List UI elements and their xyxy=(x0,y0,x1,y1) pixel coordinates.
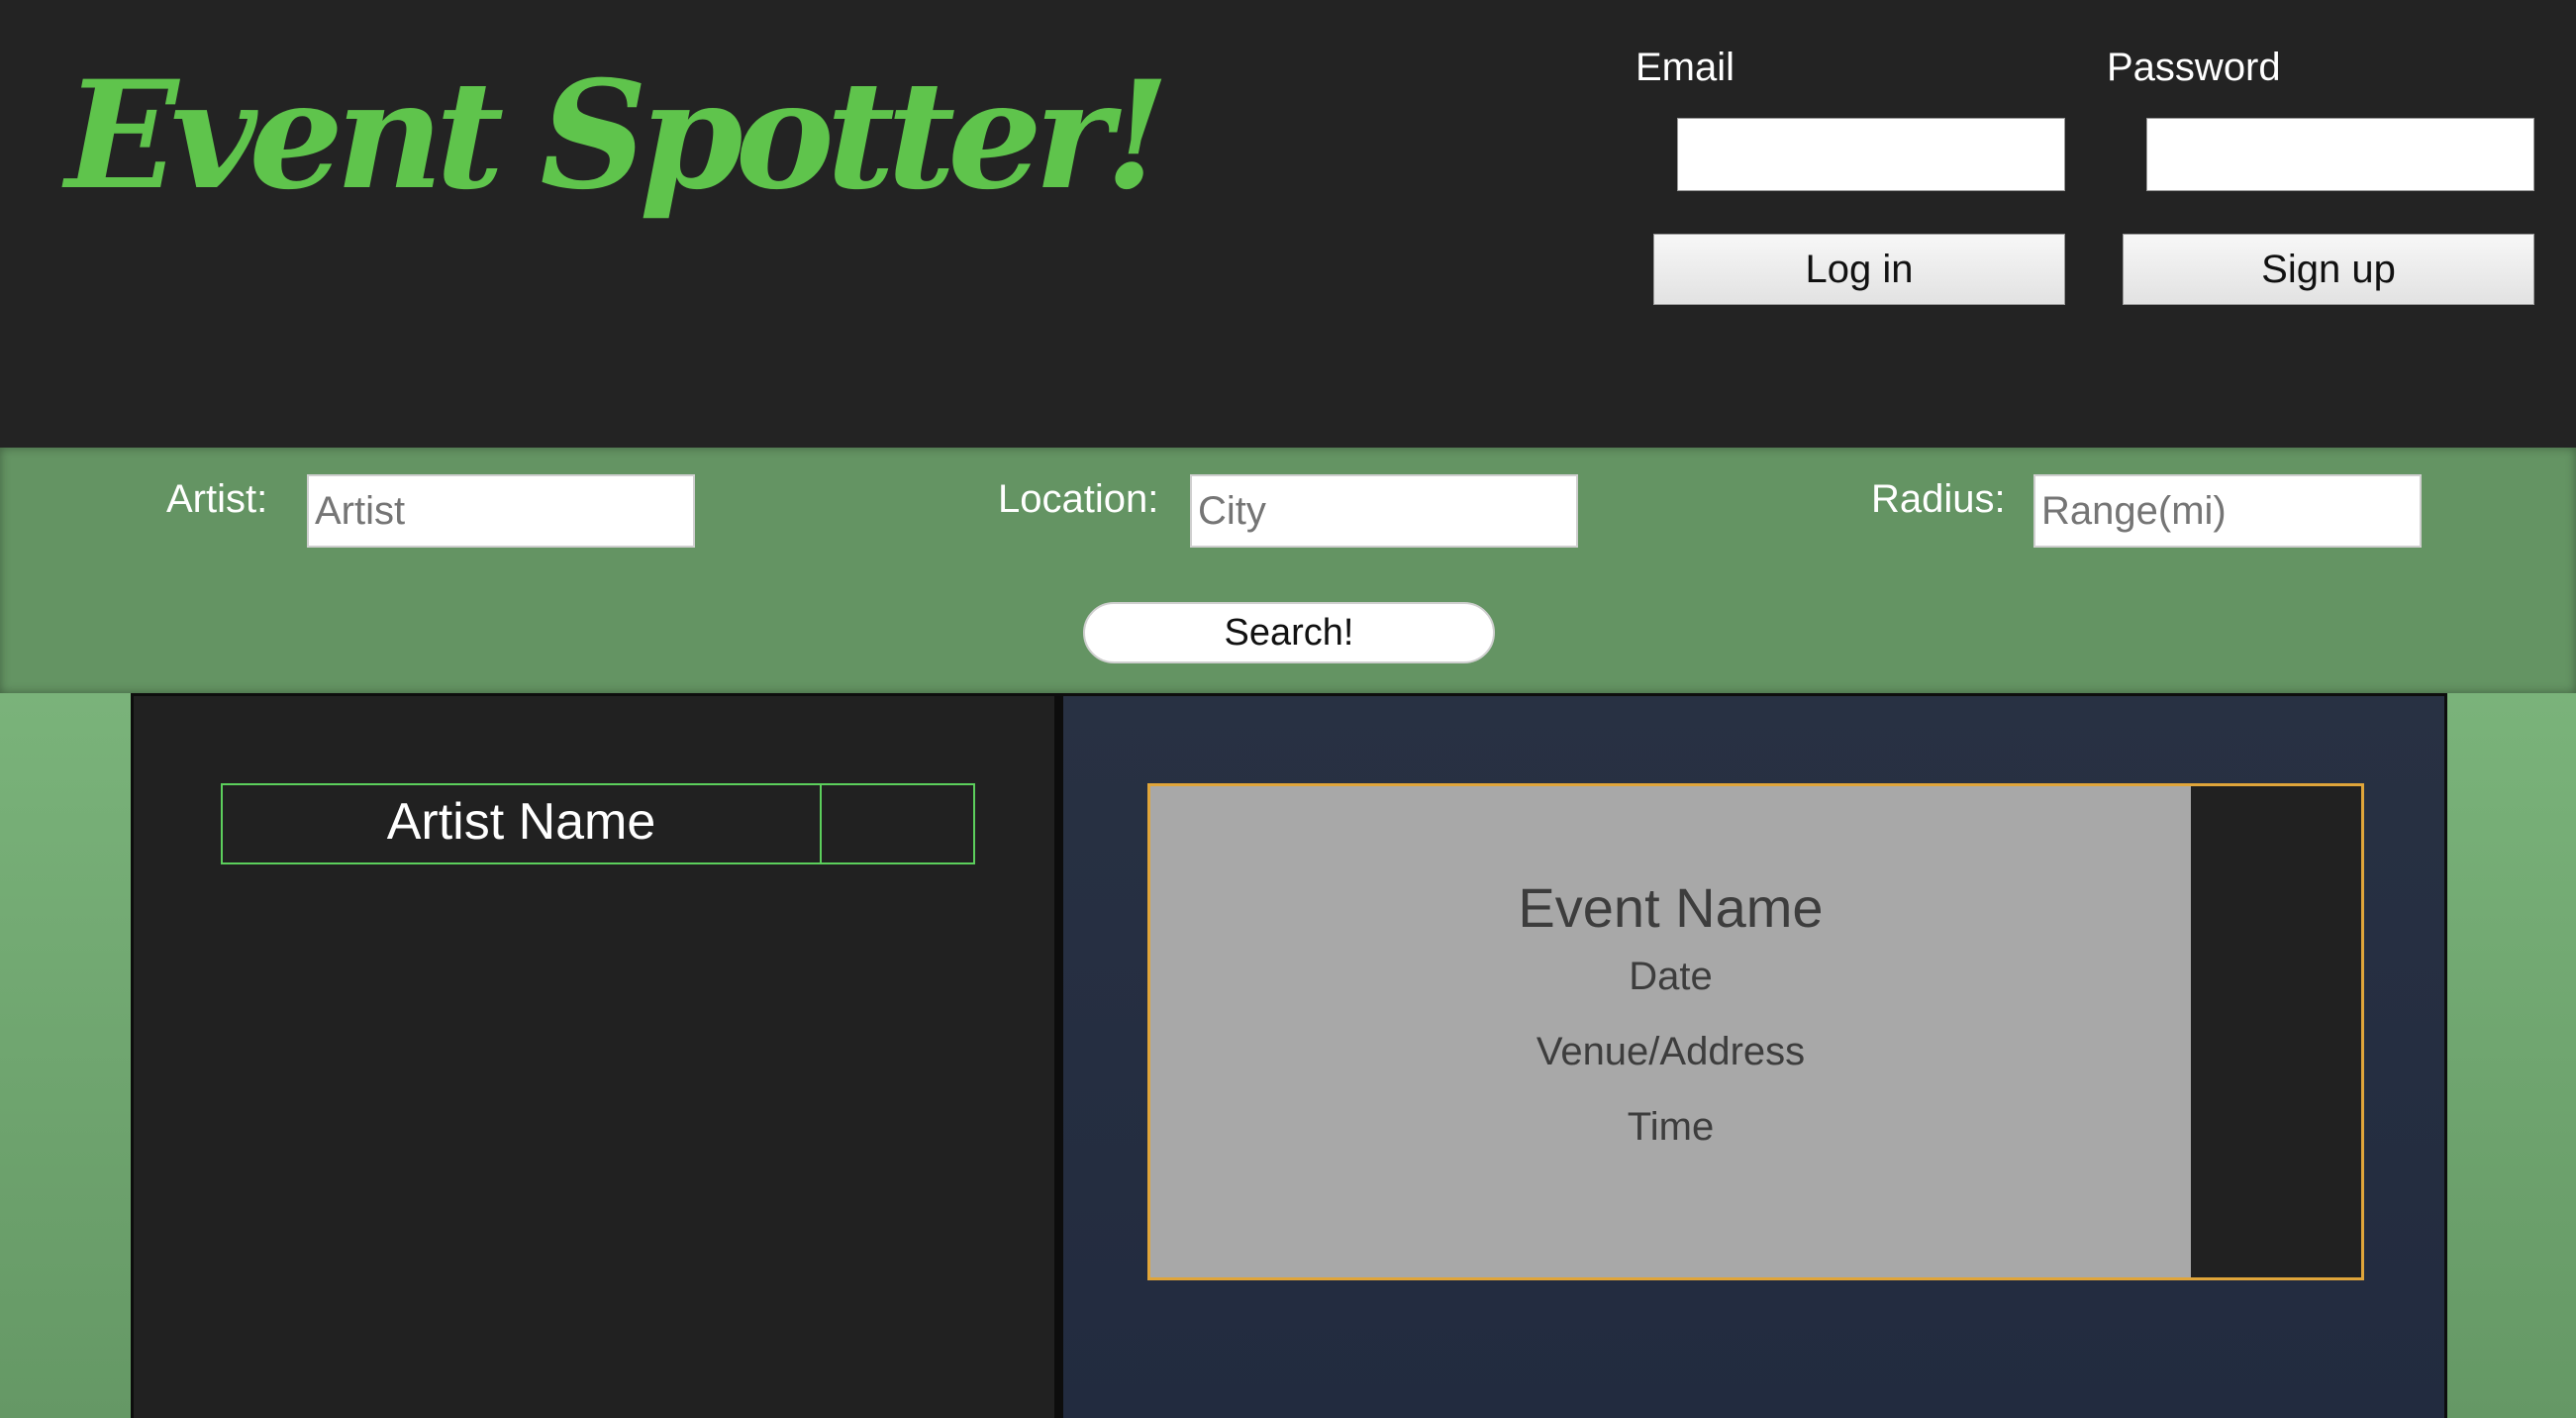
event-name: Event Name xyxy=(1518,876,1824,939)
artist-name: Artist Name xyxy=(223,785,822,862)
event-results-panel: Event Name Date Venue/Address Time xyxy=(1057,693,2447,1418)
left-gutter xyxy=(0,693,131,1418)
search-button[interactable]: Search! xyxy=(1083,602,1495,663)
email-input[interactable] xyxy=(1677,118,2065,191)
artist-results-panel: Artist Name xyxy=(131,693,1057,1418)
artist-result-card[interactable]: Artist Name xyxy=(221,783,975,864)
event-date: Date xyxy=(1629,955,1713,998)
artist-image-slot xyxy=(822,785,973,862)
email-label: Email xyxy=(1635,46,1735,89)
password-input[interactable] xyxy=(2146,118,2534,191)
login-button[interactable]: Log in xyxy=(1653,234,2065,305)
password-label: Password xyxy=(2107,46,2281,89)
search-bar: Artist: Location: Radius: Search! xyxy=(0,448,2576,693)
right-gutter xyxy=(2447,693,2576,1418)
artist-search-label: Artist: xyxy=(166,477,268,521)
event-time: Time xyxy=(1627,1105,1715,1149)
site-logo[interactable]: Event Spotter! xyxy=(65,61,1170,210)
event-info: Event Name Date Venue/Address Time xyxy=(1150,786,2191,1277)
location-search-label: Location: xyxy=(998,477,1159,521)
artist-search-input[interactable] xyxy=(307,474,695,548)
location-search-input[interactable] xyxy=(1190,474,1578,548)
event-venue: Venue/Address xyxy=(1536,1030,1806,1073)
event-image-slot xyxy=(2191,786,2361,1277)
radius-search-input[interactable] xyxy=(2033,474,2422,548)
signup-button[interactable]: Sign up xyxy=(2123,234,2534,305)
event-card[interactable]: Event Name Date Venue/Address Time xyxy=(1147,783,2364,1280)
header: Event Spotter! Email Password Log in Sig… xyxy=(0,0,2576,448)
radius-search-label: Radius: xyxy=(1871,477,2006,521)
